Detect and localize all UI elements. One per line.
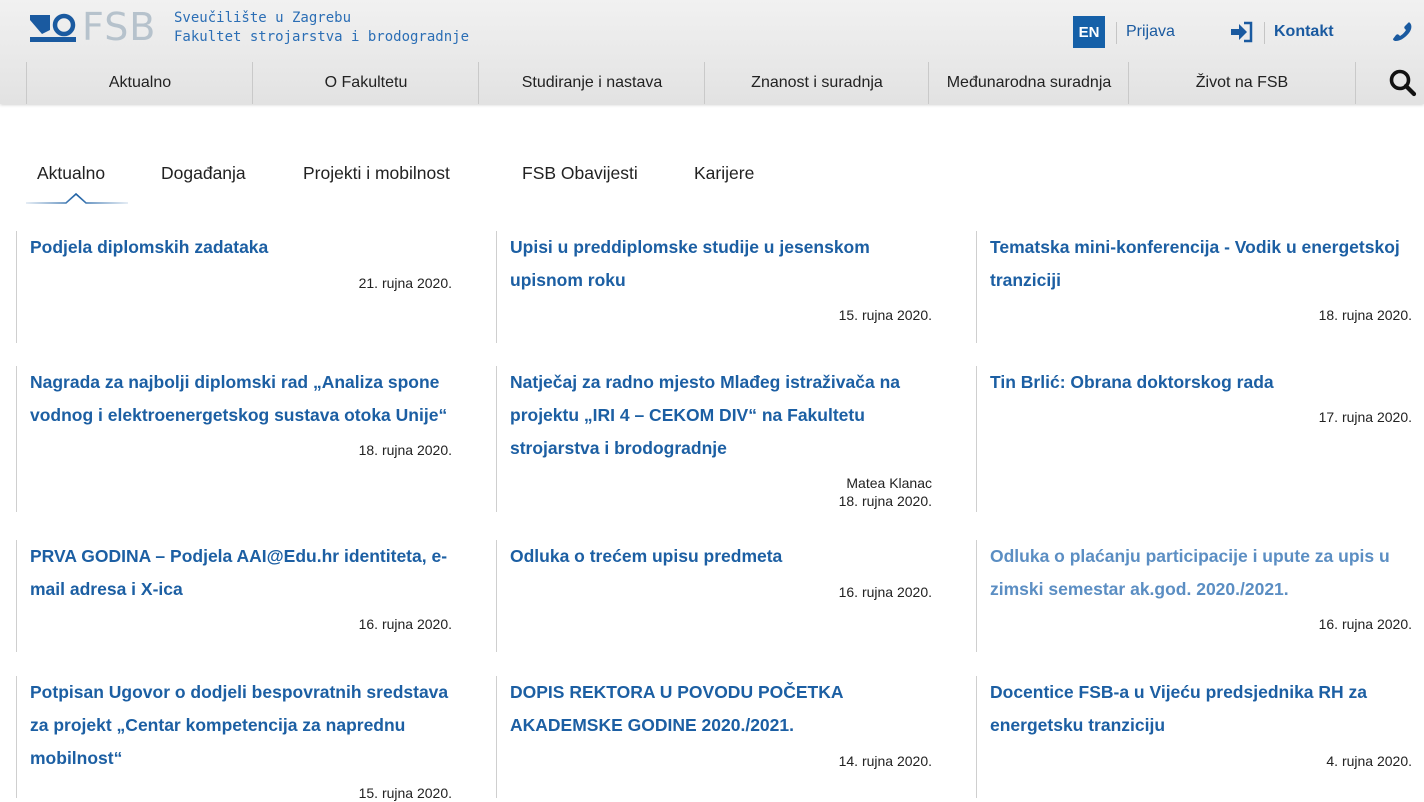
tab-obavijesti[interactable]: FSB Obavijesti <box>522 163 638 184</box>
news-card: Odluka o trećem upisu predmeta 16. rujna… <box>496 540 940 652</box>
news-date: 15. rujna 2020. <box>838 307 932 323</box>
divider <box>1264 22 1265 44</box>
news-title[interactable]: Docentice FSB-a u Vijeću predsjednika RH… <box>990 676 1420 742</box>
news-tabs: Aktualno Događanja Projekti i mobilnost … <box>0 155 1424 205</box>
university-name: Sveučilište u Zagrebu <box>174 10 352 26</box>
nav-item-o-fakultetu[interactable]: O Fakultetu <box>252 62 479 104</box>
news-date: 21. rujna 2020. <box>358 275 452 291</box>
news-card: DOPIS REKTORA U POVODU POČETKA AKADEMSKE… <box>496 676 940 798</box>
news-date: 18. rujna 2020. <box>838 493 932 509</box>
nav-item-studiranje[interactable]: Studiranje i nastava <box>478 62 705 104</box>
nav-item-medunarodna[interactable]: Međunarodna suradnja <box>928 62 1129 104</box>
phone-icon[interactable] <box>1390 20 1414 44</box>
active-tab-indicator <box>26 192 128 204</box>
tab-dogadanja[interactable]: Događanja <box>161 163 246 184</box>
news-card: Nagrada za najbolji diplomski rad „Anali… <box>16 366 460 512</box>
nav-item-zivot[interactable]: Život na FSB <box>1128 62 1356 104</box>
news-card: Docentice FSB-a u Vijeću predsjednika RH… <box>976 676 1420 798</box>
news-card: Tematska mini-konferencija - Vodik u ene… <box>976 231 1420 343</box>
news-card: Natječaj za radno mjesto Mlađeg istraživ… <box>496 366 940 512</box>
news-card: Odluka o plaćanju participacije i upute … <box>976 540 1420 652</box>
news-date: 18. rujna 2020. <box>1318 307 1412 323</box>
news-card: Upisi u preddiplomske studije u jesensko… <box>496 231 940 343</box>
news-date: 15. rujna 2020. <box>358 785 452 801</box>
tab-aktualno[interactable]: Aktualno <box>37 163 105 184</box>
logo-wordmark[interactable]: FSB <box>82 7 156 47</box>
news-title[interactable]: Upisi u preddiplomske studije u jesensko… <box>510 231 940 297</box>
contact-link[interactable]: Kontakt <box>1274 16 1334 48</box>
main-navigation: Aktualno O Fakultetu Studiranje i nastav… <box>0 62 1424 104</box>
news-date: 16. rujna 2020. <box>838 584 932 600</box>
news-title[interactable]: Tin Brlić: Obrana doktorskog rada <box>990 366 1420 399</box>
faculty-name: Fakultet strojarstva i brodogradnje <box>174 29 470 45</box>
tab-projekti[interactable]: Projekti i mobilnost <box>303 163 450 184</box>
nav-item-znanost[interactable]: Znanost i suradnja <box>704 62 929 104</box>
language-switch-button[interactable]: EN <box>1073 16 1105 48</box>
news-author: Matea Klanac <box>846 475 932 491</box>
news-title[interactable]: Odluka o trećem upisu predmeta <box>510 540 940 573</box>
news-card: PRVA GODINA – Podjela AAI@Edu.hr identit… <box>16 540 460 652</box>
news-title[interactable]: DOPIS REKTORA U POVODU POČETKA AKADEMSKE… <box>510 676 940 742</box>
news-card: Potpisan Ugovor o dodjeli bespovratnih s… <box>16 676 460 801</box>
news-date: 14. rujna 2020. <box>838 753 932 769</box>
news-date: 16. rujna 2020. <box>358 616 452 632</box>
news-date: 16. rujna 2020. <box>1318 616 1412 632</box>
news-date: 17. rujna 2020. <box>1318 409 1412 425</box>
divider <box>1116 22 1117 44</box>
news-date: 18. rujna 2020. <box>358 442 452 458</box>
news-title[interactable]: Odluka o plaćanju participacije i upute … <box>990 540 1420 606</box>
news-title[interactable]: Nagrada za najbolji diplomski rad „Anali… <box>30 366 460 432</box>
search-icon[interactable] <box>1386 66 1420 100</box>
logo-text[interactable]: Sveučilište u Zagrebu Fakultet strojarst… <box>174 9 469 47</box>
nav-item-aktualno[interactable]: Aktualno <box>26 62 253 104</box>
news-card: Podjela diplomskih zadataka 21. rujna 20… <box>16 231 460 343</box>
news-date: 4. rujna 2020. <box>1326 753 1412 769</box>
login-link[interactable]: Prijava <box>1126 16 1175 48</box>
news-title[interactable]: Natječaj za radno mjesto Mlađeg istraživ… <box>510 366 940 465</box>
news-title[interactable]: PRVA GODINA – Podjela AAI@Edu.hr identit… <box>30 540 460 606</box>
news-title[interactable]: Tematska mini-konferencija - Vodik u ene… <box>990 231 1420 297</box>
login-arrow-icon[interactable] <box>1230 20 1254 44</box>
fsb-logo-icon[interactable] <box>28 12 78 44</box>
news-card: Tin Brlić: Obrana doktorskog rada 17. ru… <box>976 366 1420 512</box>
news-title[interactable]: Podjela diplomskih zadataka <box>30 231 460 264</box>
site-header: FSB Sveučilište u Zagrebu Fakultet stroj… <box>0 0 1424 104</box>
news-title[interactable]: Potpisan Ugovor o dodjeli bespovratnih s… <box>30 676 460 775</box>
tab-karijere[interactable]: Karijere <box>694 163 754 184</box>
